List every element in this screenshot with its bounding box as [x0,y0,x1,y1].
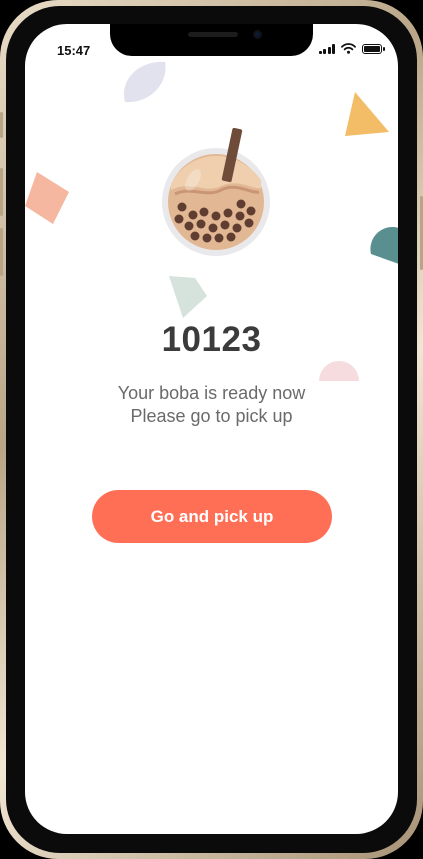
status-bar-icons [318,43,385,54]
confetti-half-circle-teal-shape [370,227,398,264]
app-screen: 15:47 10123 Your boba is ready now Pleas… [25,24,398,834]
confetti-leaf-shape [123,61,166,103]
mute-switch [0,112,3,138]
confetti-half-circle-pink-shape [319,361,359,381]
go-and-pick-up-button[interactable]: Go and pick up [92,490,332,543]
wifi-icon [341,43,356,54]
ready-message: Your boba is ready now Please go to pick… [25,382,398,428]
boba-tea-illustration [162,128,270,256]
battery-icon [362,43,385,54]
status-bar-time: 15:47 [57,43,91,58]
order-number: 10123 [161,320,262,359]
confetti-rhombus-shape [169,276,207,318]
ready-message-line-2: Please go to pick up [130,406,293,426]
volume-up-button [0,168,3,216]
speaker-grille [188,32,238,37]
cellular-signal-icon [318,43,335,54]
confetti-triangle-shape [345,92,389,136]
device-notch [110,24,313,56]
confetti-diamond-shape [25,172,69,224]
front-camera [253,30,262,39]
ready-message-line-1: Your boba is ready now [117,383,306,403]
volume-down-button [0,228,3,276]
